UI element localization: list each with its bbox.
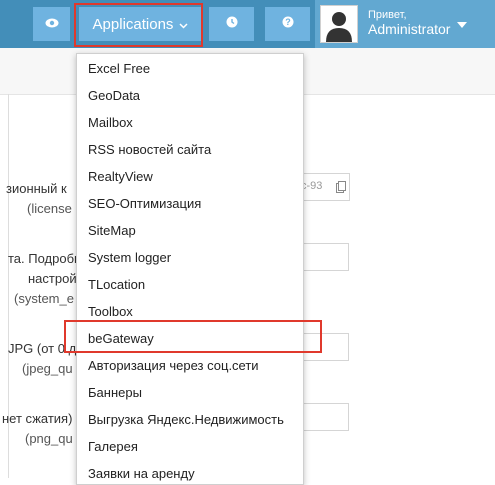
menu-item-mailbox[interactable]: Mailbox (88, 115, 133, 130)
menu-item-system-logger[interactable]: System logger (88, 250, 171, 265)
chevron-down-icon (179, 16, 188, 33)
menu-item-sitemap[interactable]: SiteMap (88, 223, 136, 238)
help-button[interactable]: ? (265, 7, 310, 41)
menu-item-yandex-export[interactable]: Выгрузка Яндекс.Недвижимость (88, 412, 284, 427)
svg-text:?: ? (285, 17, 291, 27)
license-field-value: c-93 (301, 180, 323, 192)
menu-item-social-auth[interactable]: Авторизация через соц.сети (88, 358, 259, 373)
copy-icon (336, 180, 346, 198)
png-quality-field[interactable] (300, 403, 349, 431)
top-navbar: Applications ? Привет, Administrator (0, 0, 495, 48)
menu-item-rental-requests[interactable]: Заявки на аренду (88, 466, 195, 481)
license-label: зионный к (6, 181, 67, 196)
jpeg-quality-field[interactable] (300, 333, 349, 361)
user-avatar-icon (320, 5, 358, 43)
error-field[interactable] (300, 243, 349, 271)
jpeg-label: JPG (от 0 до (8, 341, 84, 356)
jpeg-key-label: (jpeg_qu (22, 361, 73, 376)
license-key-label: (license (27, 201, 72, 216)
applications-menu-button[interactable]: Applications (79, 7, 202, 41)
user-name: Administrator (368, 21, 451, 37)
png-label: нет сжатия) (2, 411, 73, 426)
applications-dropdown: Excel Free GeoData Mailbox RSS новостей … (76, 53, 304, 485)
menu-item-begateway[interactable]: beGateway (88, 331, 154, 346)
menu-item-excel-free[interactable]: Excel Free (88, 61, 150, 76)
eye-icon (45, 15, 59, 33)
png-key-label: (png_qu (25, 431, 73, 446)
menu-item-toolbox[interactable]: Toolbox (88, 304, 133, 319)
menu-item-gallery[interactable]: Галерея (88, 439, 138, 454)
error-label-line1: та. Подробн (8, 251, 82, 266)
clock-button[interactable] (209, 7, 254, 41)
menu-item-tlocation[interactable]: TLocation (88, 277, 145, 292)
user-menu[interactable]: Привет, Administrator (315, 0, 495, 48)
error-label-line2: настройк (28, 271, 83, 286)
user-greeting: Привет, (368, 9, 407, 21)
view-site-button[interactable] (33, 7, 70, 41)
menu-item-geodata[interactable]: GeoData (88, 88, 140, 103)
caret-down-icon (457, 16, 467, 34)
error-key-label: (system_e (14, 291, 74, 306)
help-icon: ? (282, 15, 294, 33)
menu-item-seo[interactable]: SEO-Оптимизация (88, 196, 201, 211)
menu-item-realtyview[interactable]: RealtyView (88, 169, 153, 184)
applications-label: Applications (92, 15, 174, 33)
clock-icon (226, 15, 238, 33)
menu-item-banners[interactable]: Баннеры (88, 385, 142, 400)
menu-item-rss[interactable]: RSS новостей сайта (88, 142, 211, 157)
